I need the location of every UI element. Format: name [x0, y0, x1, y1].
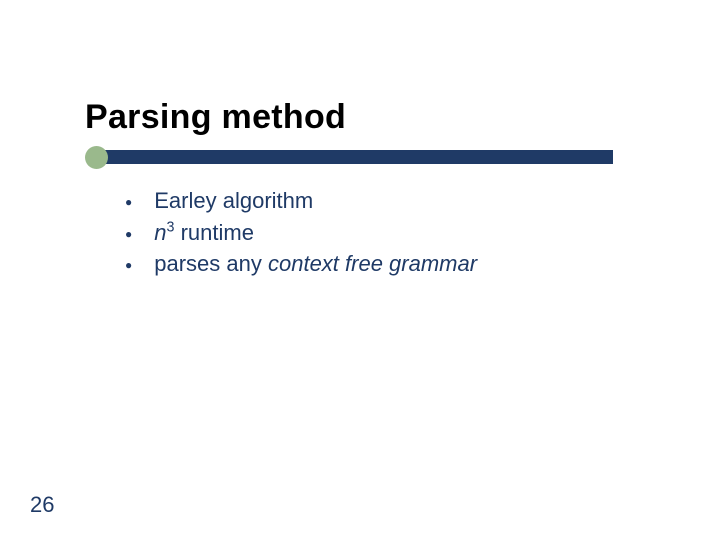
accent-circle — [85, 146, 108, 169]
bullet-icon: ● — [125, 226, 132, 242]
list-item: ● Earley algorithm — [125, 186, 640, 216]
list-item: ● n3 runtime — [125, 218, 640, 248]
bullet-icon: ● — [125, 257, 132, 273]
slide-title: Parsing method — [85, 98, 346, 137]
list-item: ● parses any context free grammar — [125, 249, 640, 279]
bullet-text: n3 runtime — [154, 218, 254, 248]
page-number: 26 — [30, 492, 54, 518]
bullet-icon: ● — [125, 194, 132, 210]
slide: Parsing method ● Earley algorithm ● n3 r… — [0, 0, 720, 540]
bullet-text: parses any context free grammar — [154, 249, 477, 279]
bullet-text: Earley algorithm — [154, 186, 313, 216]
bullet-list: ● Earley algorithm ● n3 runtime ● parses… — [125, 186, 640, 281]
accent-bar — [98, 150, 613, 164]
